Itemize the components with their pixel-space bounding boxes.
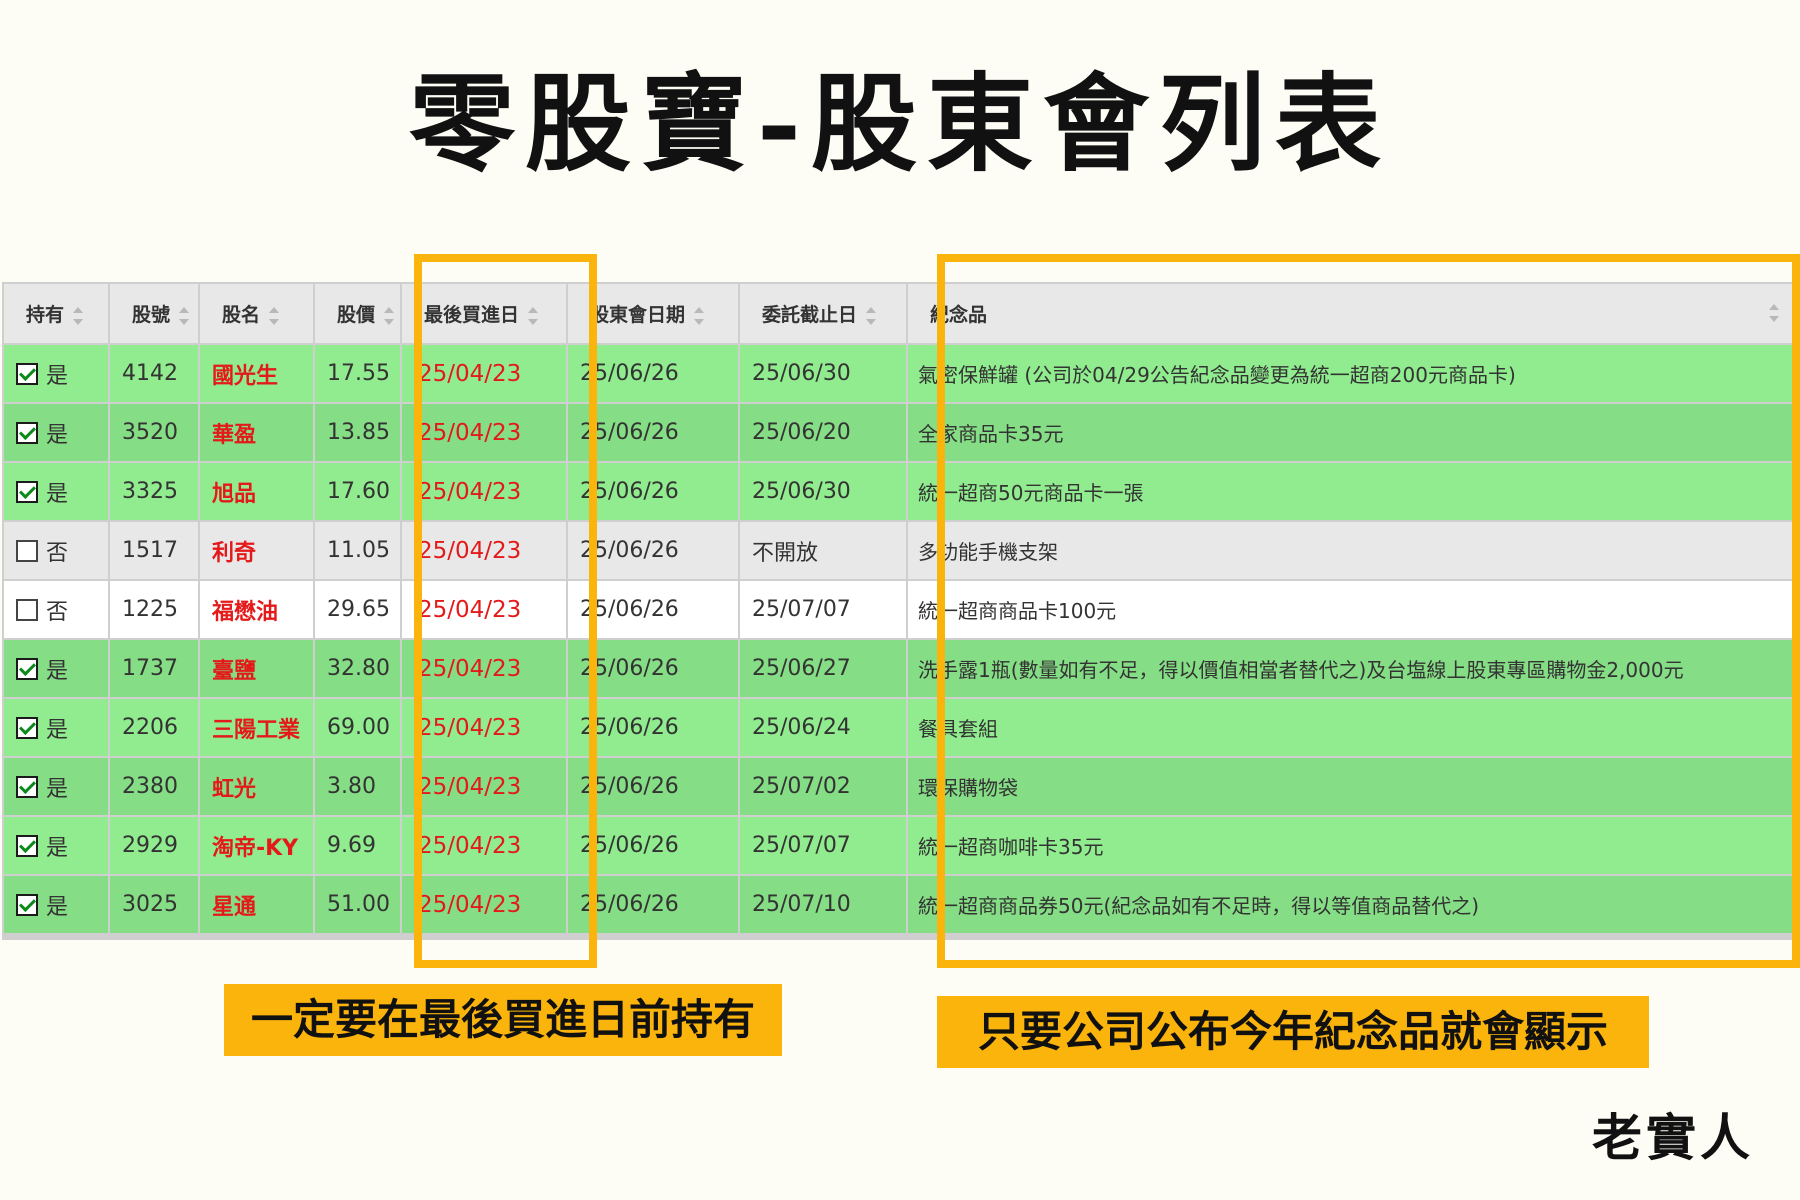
- order-deadline: 25/07/02: [740, 758, 906, 815]
- stock-code: 1225: [110, 581, 198, 638]
- stock-name[interactable]: 福懋油: [200, 581, 313, 638]
- col-header-price[interactable]: 股價: [315, 284, 400, 343]
- hold-cell[interactable]: 是: [4, 817, 108, 874]
- hold-cell[interactable]: 否: [4, 581, 108, 638]
- hold-label: 是: [46, 717, 69, 743]
- hold-cell[interactable]: 否: [4, 522, 108, 579]
- stock-code: 4142: [110, 345, 198, 402]
- hold-cell[interactable]: 是: [4, 463, 108, 520]
- order-deadline: 25/06/30: [740, 463, 906, 520]
- stock-code: 3025: [110, 876, 198, 933]
- hold-label: 是: [46, 894, 69, 920]
- souvenir-highlight-frame: [937, 254, 1800, 968]
- stock-name[interactable]: 星通: [200, 876, 313, 933]
- stock-code: 2929: [110, 817, 198, 874]
- hold-cell[interactable]: 是: [4, 404, 108, 461]
- order-deadline: 25/06/24: [740, 699, 906, 756]
- stock-price: 17.55: [315, 345, 400, 402]
- page-title: 零股寶-股東會列表: [409, 61, 1391, 186]
- hold-label: 否: [46, 540, 69, 566]
- col-header-name[interactable]: 股名: [200, 284, 313, 343]
- order-deadline: 25/06/30: [740, 345, 906, 402]
- sort-icon[interactable]: [268, 305, 280, 327]
- checked-checkbox-icon[interactable]: [16, 657, 38, 680]
- hold-cell[interactable]: 是: [4, 345, 108, 402]
- stock-name[interactable]: 淘帝-KY: [200, 817, 313, 874]
- checked-checkbox-icon[interactable]: [16, 421, 38, 444]
- checked-checkbox-icon[interactable]: [16, 480, 38, 503]
- last-buy-date-highlight-frame: [414, 254, 597, 968]
- hold-label: 是: [46, 835, 69, 861]
- stock-price: 17.60: [315, 463, 400, 520]
- hold-label: 是: [46, 363, 69, 389]
- order-deadline: 不開放: [740, 522, 906, 579]
- stock-name[interactable]: 臺鹽: [200, 640, 313, 697]
- stock-name[interactable]: 華盈: [200, 404, 313, 461]
- order-deadline: 25/07/07: [740, 581, 906, 638]
- hold-label: 否: [46, 599, 69, 625]
- stock-code: 1737: [110, 640, 198, 697]
- checked-checkbox-icon[interactable]: [16, 893, 38, 916]
- sort-icon[interactable]: [865, 305, 877, 327]
- stock-price: 51.00: [315, 876, 400, 933]
- col-header-code[interactable]: 股號: [110, 284, 198, 343]
- stock-code: 1517: [110, 522, 198, 579]
- stock-price: 3.80: [315, 758, 400, 815]
- stock-price: 9.69: [315, 817, 400, 874]
- stock-code: 3325: [110, 463, 198, 520]
- order-deadline: 25/06/20: [740, 404, 906, 461]
- col-header-order-deadline[interactable]: 委託截止日: [740, 284, 906, 343]
- hold-label: 是: [46, 422, 69, 448]
- unchecked-checkbox-icon[interactable]: [16, 539, 38, 562]
- stock-name[interactable]: 虹光: [200, 758, 313, 815]
- checked-checkbox-icon[interactable]: [16, 834, 38, 857]
- hold-cell[interactable]: 是: [4, 640, 108, 697]
- stock-code: 3520: [110, 404, 198, 461]
- hold-cell[interactable]: 是: [4, 876, 108, 933]
- stock-price: 29.65: [315, 581, 400, 638]
- stock-name[interactable]: 利奇: [200, 522, 313, 579]
- hold-label: 是: [46, 658, 69, 684]
- stock-name[interactable]: 旭品: [200, 463, 313, 520]
- hold-cell[interactable]: 是: [4, 758, 108, 815]
- stock-price: 11.05: [315, 522, 400, 579]
- stock-code: 2206: [110, 699, 198, 756]
- order-deadline: 25/06/27: [740, 640, 906, 697]
- stock-price: 13.85: [315, 404, 400, 461]
- sort-icon[interactable]: [178, 305, 190, 327]
- stock-name[interactable]: 國光生: [200, 345, 313, 402]
- col-header-hold[interactable]: 持有: [4, 284, 108, 343]
- order-deadline: 25/07/07: [740, 817, 906, 874]
- author-signature: 老實人: [1592, 1108, 1754, 1167]
- order-deadline: 25/07/10: [740, 876, 906, 933]
- sort-icon[interactable]: [693, 305, 705, 327]
- stock-price: 32.80: [315, 640, 400, 697]
- last-buy-date-callout: 一定要在最後買進日前持有: [224, 984, 782, 1056]
- sort-icon[interactable]: [72, 305, 84, 327]
- sort-icon[interactable]: [383, 305, 395, 327]
- stock-name[interactable]: 三陽工業: [200, 699, 313, 756]
- hold-cell[interactable]: 是: [4, 699, 108, 756]
- souvenir-callout: 只要公司公布今年紀念品就會顯示: [937, 996, 1649, 1068]
- hold-label: 是: [46, 776, 69, 802]
- stock-price: 69.00: [315, 699, 400, 756]
- checked-checkbox-icon[interactable]: [16, 362, 38, 385]
- checked-checkbox-icon[interactable]: [16, 716, 38, 739]
- unchecked-checkbox-icon[interactable]: [16, 598, 38, 621]
- hold-label: 是: [46, 481, 69, 507]
- checked-checkbox-icon[interactable]: [16, 775, 38, 798]
- stock-code: 2380: [110, 758, 198, 815]
